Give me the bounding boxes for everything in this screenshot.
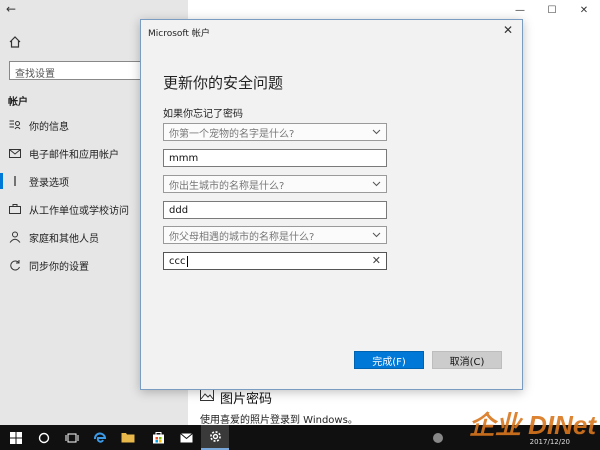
nav-label: 登录选项 bbox=[29, 177, 69, 189]
home-icon[interactable] bbox=[8, 35, 22, 49]
picture-password-description: 使用喜爱的照片登录到 Windows。 bbox=[200, 415, 358, 426]
watermark-logo: 企业 DINet bbox=[468, 410, 596, 440]
question-3-value: 你父母相遇的城市的名称是什么? bbox=[169, 231, 315, 243]
cancel-button[interactable]: 取消(C) bbox=[432, 351, 502, 369]
mail-app-icon[interactable] bbox=[172, 425, 200, 450]
window-controls: — ☐ ✕ bbox=[504, 0, 600, 20]
answer-1-value: mmm bbox=[169, 152, 199, 164]
answer-1-input[interactable]: mmm bbox=[163, 149, 387, 167]
clear-icon[interactable]: ✕ bbox=[372, 254, 381, 267]
minimize-button[interactable]: — bbox=[504, 0, 536, 20]
settings-taskbar-icon[interactable] bbox=[201, 425, 229, 450]
maximize-button[interactable]: ☐ bbox=[536, 0, 568, 20]
edge-icon[interactable] bbox=[86, 425, 114, 450]
profile-card-icon bbox=[8, 118, 22, 132]
dialog-heading: 更新你的安全问题 bbox=[163, 74, 284, 92]
chevron-down-icon bbox=[372, 229, 381, 241]
sync-icon bbox=[8, 258, 22, 272]
gear-icon bbox=[209, 431, 221, 442]
picture-password-icon bbox=[200, 389, 214, 404]
answer-3-input[interactable]: ccc ✕ bbox=[163, 252, 387, 270]
dialog-title: Microsoft 帐户 bbox=[148, 29, 210, 39]
question-1-select[interactable]: 你第一个宠物的名字是什么? bbox=[163, 123, 387, 141]
settings-search-input[interactable]: 查找设置 bbox=[9, 61, 141, 80]
store-icon[interactable] bbox=[144, 425, 172, 450]
question-1-value: 你第一个宠物的名字是什么? bbox=[169, 128, 295, 140]
cortana-icon[interactable] bbox=[30, 425, 58, 450]
nav-label: 你的信息 bbox=[29, 121, 69, 133]
answer-2-input[interactable]: ddd bbox=[163, 201, 387, 219]
file-explorer-icon[interactable] bbox=[114, 425, 142, 450]
nav-label: 从工作单位或学校访问 bbox=[29, 205, 129, 217]
question-2-select[interactable]: 你出生城市的名称是什么? bbox=[163, 175, 387, 193]
finish-button[interactable]: 完成(F) bbox=[354, 351, 424, 369]
nav-label: 同步你的设置 bbox=[29, 261, 89, 273]
nav-label: 家庭和其他人员 bbox=[29, 233, 99, 245]
text-caret bbox=[186, 255, 188, 267]
mail-icon bbox=[8, 146, 22, 160]
nav-label: 电子邮件和应用帐户 bbox=[29, 149, 119, 161]
picture-password-title: 图片密码 bbox=[220, 392, 273, 407]
question-2-value: 你出生城市的名称是什么? bbox=[169, 180, 285, 192]
person-icon bbox=[8, 230, 22, 244]
task-view-icon[interactable] bbox=[58, 425, 86, 450]
windows-logo-icon bbox=[10, 431, 22, 444]
briefcase-icon bbox=[8, 202, 22, 216]
dialog-subheading: 如果你忘记了密码 bbox=[163, 109, 243, 120]
chevron-down-icon bbox=[372, 178, 381, 190]
back-arrow-icon[interactable]: ← bbox=[6, 2, 16, 16]
answer-3-value: ccc bbox=[169, 255, 186, 267]
notification-icon[interactable] bbox=[424, 425, 452, 450]
start-button[interactable] bbox=[2, 425, 30, 450]
tray-date: 2017/12/20 bbox=[529, 438, 570, 446]
answer-2-value: ddd bbox=[169, 204, 189, 216]
chevron-down-icon bbox=[372, 126, 381, 138]
section-heading-accounts: 帐户 bbox=[8, 97, 28, 108]
close-button[interactable]: ✕ bbox=[568, 0, 600, 20]
key-icon bbox=[8, 174, 22, 188]
security-questions-dialog: Microsoft 帐户 ✕ 更新你的安全问题 如果你忘记了密码 你第一个宠物的… bbox=[140, 19, 523, 390]
question-3-select[interactable]: 你父母相遇的城市的名称是什么? bbox=[163, 226, 387, 244]
dialog-close-button[interactable]: ✕ bbox=[503, 23, 513, 37]
